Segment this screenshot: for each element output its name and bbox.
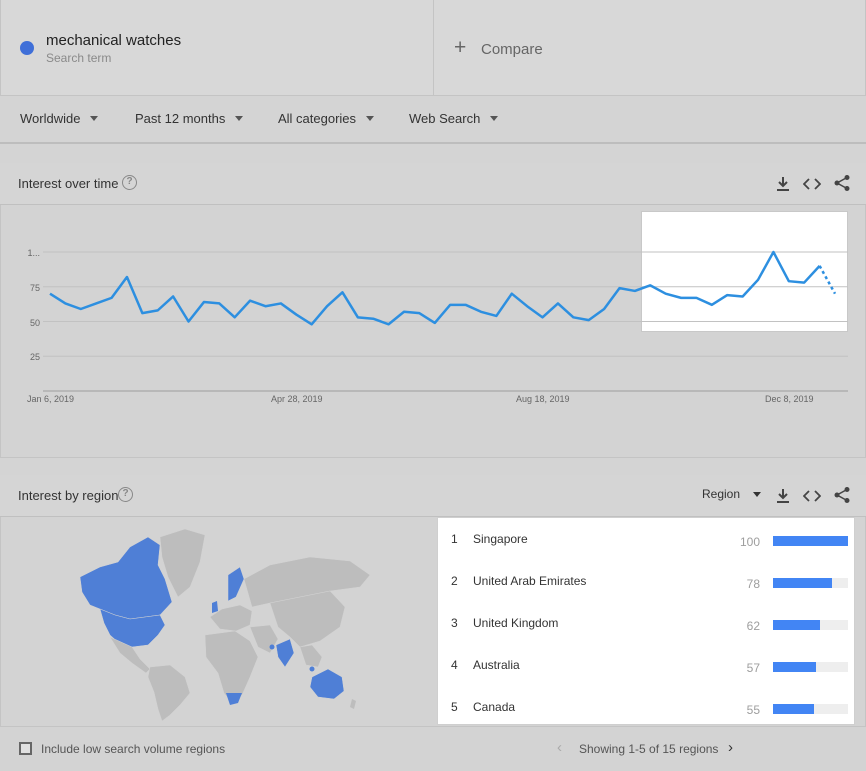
- interest-by-region-title: Interest by region: [18, 488, 119, 503]
- help-icon[interactable]: ?: [122, 175, 137, 190]
- region-rank: 5: [451, 700, 458, 714]
- region-bar-track: [773, 536, 848, 546]
- region-rank: 4: [451, 658, 458, 672]
- region-bar-fill: [773, 578, 832, 588]
- region-ranking-list: 1 Singapore 100 2 United Arab Emirates 7…: [437, 517, 855, 725]
- search-term-name[interactable]: mechanical watches: [46, 32, 181, 49]
- map-region-india: [275, 638, 295, 668]
- region-bar-track: [773, 704, 848, 714]
- region-value: 62: [746, 619, 760, 633]
- x-tick-label: Jan 6, 2019: [27, 394, 75, 404]
- caret-down-icon: [366, 116, 375, 121]
- map-region-south-africa: [226, 693, 242, 705]
- region-value: 55: [746, 703, 760, 717]
- embed-icon[interactable]: [803, 487, 821, 505]
- x-tick-label: Aug 18, 2019: [516, 394, 570, 404]
- map-region-scandinavia: [227, 566, 245, 602]
- region-value: 100: [739, 535, 760, 549]
- map-region-south-america: [147, 664, 191, 722]
- region-bar-fill: [773, 704, 815, 714]
- map-region-canada: [79, 536, 173, 620]
- region-bar-track: [773, 620, 848, 630]
- region-rank: 2: [451, 574, 458, 588]
- filter-search-type[interactable]: Web Search: [409, 111, 499, 126]
- resolution-label: Region: [702, 487, 741, 501]
- help-icon[interactable]: ?: [118, 487, 133, 502]
- region-row[interactable]: 2 United Arab Emirates 78: [438, 560, 856, 602]
- region-bar-track: [773, 662, 848, 672]
- download-icon[interactable]: [774, 175, 792, 193]
- share-icon[interactable]: [833, 486, 851, 504]
- map-region-uk: [212, 601, 218, 613]
- region-bar-track: [773, 578, 848, 588]
- region-value: 57: [746, 661, 760, 675]
- y-tick-label: 25: [29, 352, 40, 362]
- caret-down-icon: [235, 116, 244, 121]
- filter-bar: Worldwide Past 12 months All categories …: [0, 96, 866, 144]
- region-rank: 3: [451, 616, 458, 630]
- series-color-dot: [20, 41, 34, 55]
- filter-time-label: Past 12 months: [135, 111, 226, 126]
- region-row[interactable]: 4 Australia 57: [438, 644, 856, 686]
- region-name[interactable]: Canada: [473, 700, 515, 714]
- map-region-southeast-asia: [299, 644, 323, 668]
- y-tick-label: 75: [29, 283, 40, 293]
- plus-icon: +: [454, 36, 467, 59]
- y-tick-label: 1...: [27, 248, 40, 258]
- region-footer: Include low search volume regions ‹ Show…: [0, 726, 866, 771]
- interest-over-time-header: Interest over time ?: [0, 163, 866, 205]
- x-tick-label: Apr 28, 2019: [271, 394, 323, 404]
- chevron-right-icon[interactable]: ›: [728, 739, 733, 756]
- region-bar-fill: [773, 662, 816, 672]
- region-value: 78: [746, 577, 760, 591]
- region-row[interactable]: 3 United Kingdom 62: [438, 602, 856, 644]
- pagination-text: Showing 1-5 of 15 regions: [579, 742, 719, 756]
- partial-data-line: [818, 265, 837, 295]
- low-volume-checkbox[interactable]: [19, 742, 32, 755]
- filter-category-label: All categories: [278, 111, 357, 126]
- filter-time-range[interactable]: Past 12 months: [135, 111, 244, 126]
- filter-search-type-label: Web Search: [409, 111, 481, 126]
- chevron-left-icon[interactable]: ‹: [557, 739, 562, 756]
- download-icon[interactable]: [774, 487, 792, 505]
- compare-label: Compare: [481, 41, 543, 58]
- search-term-card[interactable]: mechanical watches Search term: [1, 0, 434, 96]
- map-region-uae: [269, 644, 275, 650]
- region-bar-fill: [773, 536, 848, 546]
- region-name[interactable]: United Kingdom: [473, 616, 558, 630]
- low-volume-checkbox-label[interactable]: Include low search volume regions: [41, 742, 225, 756]
- filter-category[interactable]: All categories: [278, 111, 375, 126]
- region-name[interactable]: United Arab Emirates: [473, 574, 586, 588]
- world-map[interactable]: [0, 517, 436, 725]
- filter-location-label: Worldwide: [20, 111, 81, 126]
- map-region-africa: [204, 630, 259, 704]
- interest-line-chart[interactable]: [0, 205, 866, 415]
- share-icon[interactable]: [833, 174, 851, 192]
- embed-icon[interactable]: [803, 175, 821, 193]
- map-region-australia: [309, 668, 345, 700]
- filter-location[interactable]: Worldwide: [20, 111, 99, 126]
- interest-by-region-header: Interest by region ? Region: [0, 475, 866, 517]
- caret-down-icon: [490, 116, 499, 121]
- region-name[interactable]: Singapore: [473, 532, 528, 546]
- region-row[interactable]: 5 Canada 55: [438, 686, 856, 728]
- region-row[interactable]: 1 Singapore 100: [438, 518, 856, 560]
- search-term-sublabel: Search term: [46, 51, 112, 65]
- region-rank: 1: [451, 532, 458, 546]
- resolution-dropdown[interactable]: Region: [702, 487, 762, 501]
- region-name[interactable]: Australia: [473, 658, 520, 672]
- map-region-middle-east: [249, 624, 279, 654]
- search-terms-bar: mechanical watches Search term + Compare: [0, 0, 866, 96]
- y-tick-label: 50: [29, 318, 40, 328]
- map-region-new-zealand: [350, 699, 356, 709]
- region-bar-fill: [773, 620, 820, 630]
- x-tick-label: Dec 8, 2019: [765, 394, 814, 404]
- map-region-singapore: [309, 666, 315, 672]
- caret-down-icon: [90, 116, 99, 121]
- interest-over-time-title: Interest over time: [18, 176, 119, 191]
- compare-button[interactable]: + Compare: [434, 0, 866, 96]
- series-line: [49, 250, 821, 326]
- caret-down-icon: [753, 491, 762, 497]
